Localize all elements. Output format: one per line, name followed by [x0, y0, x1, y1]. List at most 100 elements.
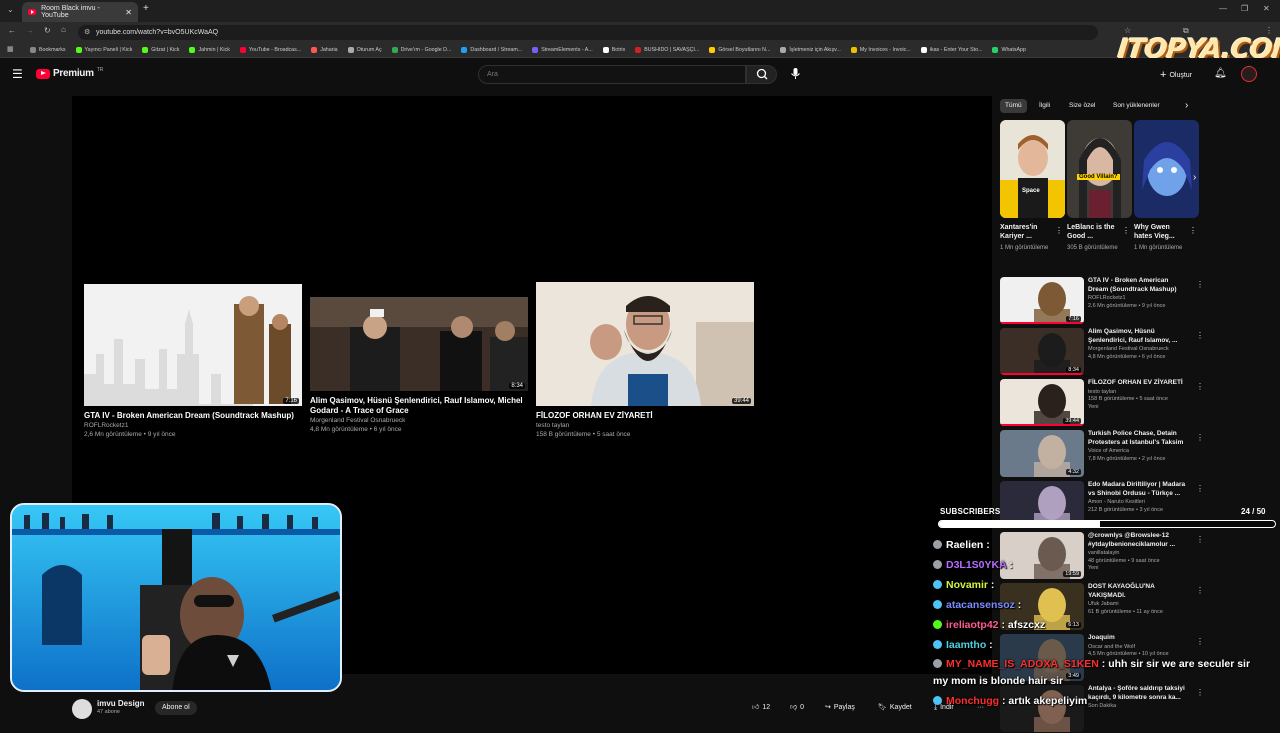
short-thumbnail[interactable]: Good Villain? — [1067, 120, 1132, 218]
avatar[interactable] — [1241, 66, 1257, 82]
chip-all[interactable]: Tümü — [1000, 99, 1027, 113]
bookmark-item[interactable]: Oturum Aç — [347, 46, 382, 53]
bookmark-item[interactable]: Bookmarks — [30, 46, 66, 53]
close-window-icon[interactable]: ✕ — [1263, 4, 1270, 13]
bookmark-item[interactable]: YouTube - Broadcas... — [239, 46, 301, 53]
new-tab-button[interactable]: + — [143, 3, 149, 14]
close-tab-icon[interactable]: ✕ — [125, 8, 132, 17]
dislike-button[interactable]: 👎︎ 0 — [790, 701, 804, 715]
recommended-thumbnail[interactable]: 8:34 — [1000, 328, 1084, 375]
url-input[interactable]: ⚙ youtube.com/watch?v=bvO5UKcWaAQ — [78, 25, 1098, 40]
endscreen-channel[interactable]: testo taylan — [536, 421, 754, 430]
bookmark-item[interactable]: WhatsApp — [992, 46, 1026, 53]
minimize-icon[interactable]: — — [1219, 4, 1227, 13]
endscreen-thumbnail[interactable]: 7:16 — [84, 284, 302, 406]
youtube-premium-logo[interactable]: Premium TR — [36, 67, 103, 79]
recommended-title[interactable]: FİLOZOF ORHAN EV ZİYARETİ — [1088, 379, 1188, 388]
bookmark-item[interactable]: My Invoices - Invoic... — [850, 46, 911, 53]
apps-grid-icon[interactable]: ▦ — [7, 45, 14, 53]
endscreen-card[interactable]: 7:16 GTA IV - Broken American Dream (Sou… — [84, 284, 302, 439]
recommended-title[interactable]: Alim Qasimov, Hüsnü Şenlendirici, Rauf I… — [1088, 328, 1188, 345]
shorts-next-icon[interactable]: › — [1193, 172, 1196, 183]
video-menu-icon[interactable]: ⋮ — [1196, 433, 1204, 442]
bookmark-item[interactable]: Gitzat | Kick — [142, 46, 179, 53]
recommended-channel[interactable]: testo taylan — [1088, 389, 1188, 397]
short-card[interactable]: Why Gwen hates Vieg... 1 Mn görüntüleme … — [1134, 120, 1200, 252]
bookmark-item[interactable]: ikas - Enter Your Sto... — [920, 46, 982, 53]
subscribe-button[interactable]: Abone ol — [155, 701, 197, 715]
bookmark-item[interactable]: Görsel Boyutlarını N... — [709, 46, 770, 53]
recommended-thumbnail[interactable]: 4:32 — [1000, 430, 1084, 477]
recommended-title[interactable]: Edo Madara Diriltiliyor | Madara vs Shin… — [1088, 481, 1188, 498]
reload-icon[interactable]: ↻ — [44, 26, 51, 35]
recommended-title[interactable]: Turkish Police Chase, Detain Protesters … — [1088, 430, 1188, 447]
recommended-video[interactable]: 8:34 Alim Qasimov, Hüsnü Şenlendirici, Ra… — [1000, 328, 1204, 376]
more-actions-button[interactable]: ··· — [977, 701, 984, 715]
recommended-title[interactable]: GTA IV - Broken American Dream (Soundtra… — [1088, 277, 1188, 294]
tab-search-icon[interactable]: ⌄ — [7, 5, 14, 14]
bookmark-item[interactable]: Dashboard / Stream... — [461, 46, 522, 53]
short-title[interactable]: Why Gwen hates Vieg... — [1134, 223, 1188, 241]
endscreen-thumbnail[interactable]: 8:34 — [310, 297, 528, 391]
endscreen-thumbnail[interactable]: 39:44 — [536, 282, 754, 406]
channel-name[interactable]: imvu Design — [97, 699, 145, 708]
recommended-video[interactable]: 7:16 GTA IV - Broken American Dream (Soun… — [1000, 277, 1204, 325]
hamburger-menu-icon[interactable]: ☰ — [12, 67, 23, 81]
save-button[interactable]: 🔖︎ Kaydet — [878, 701, 912, 715]
bookmark-item[interactable]: Yayıncı Paneli | Kick — [75, 46, 132, 53]
video-menu-icon[interactable]: ⋮ — [1196, 280, 1204, 289]
home-icon[interactable]: ⌂ — [61, 25, 66, 34]
endscreen-title[interactable]: FİLOZOF ORHAN EV ZİYARETİ — [536, 411, 754, 421]
endscreen-title[interactable]: Alim Qasimov, Hüsnü Şenlendirici, Rauf I… — [310, 396, 528, 416]
short-thumbnail[interactable] — [1134, 120, 1199, 218]
recommended-channel[interactable]: Voice of America — [1088, 448, 1188, 456]
recommended-channel[interactable]: Morgenland Festival Osnabrueck — [1088, 346, 1188, 354]
search-input[interactable]: Ara — [478, 65, 746, 84]
recommended-thumbnail[interactable]: 7:16 — [1000, 277, 1084, 324]
short-card[interactable]: Space Xantares'in Kariyer ... 1 Mn görün… — [1000, 120, 1066, 252]
bookmark-item[interactable]: Botrix — [602, 46, 625, 53]
notifications-bell-icon[interactable]: 🔔︎ — [1214, 68, 1227, 79]
short-menu-icon[interactable]: ⋮ — [1189, 226, 1197, 235]
search-button[interactable] — [746, 65, 777, 84]
download-button[interactable]: ⤓ İndir — [934, 701, 954, 715]
recommended-video[interactable]: 4:32 Turkish Police Chase, Detain Protest… — [1000, 430, 1204, 478]
share-button[interactable]: ↪ Paylaş — [825, 701, 855, 715]
video-menu-icon[interactable]: ⋮ — [1196, 382, 1204, 391]
bookmark-item[interactable]: Drive'ım - Google D... — [391, 46, 451, 53]
short-card[interactable]: Good Villain? LeBlanc is the Good ... 30… — [1067, 120, 1133, 252]
video-menu-icon[interactable]: ⋮ — [1196, 484, 1204, 493]
short-title[interactable]: Xantares'in Kariyer ... — [1000, 223, 1054, 241]
bookmark-item[interactable]: StreamElements - A... — [532, 46, 593, 53]
chip-recent[interactable]: Son yüklenenler — [1108, 99, 1165, 113]
like-button[interactable]: 👍︎ 12 — [752, 701, 770, 715]
short-menu-icon[interactable]: ⋮ — [1055, 226, 1063, 235]
bookmark-item[interactable]: İşletmeniz için Akışv... — [780, 46, 841, 53]
recommended-thumbnail[interactable]: 39:44 — [1000, 379, 1084, 426]
endscreen-title[interactable]: GTA IV - Broken American Dream (Soundtra… — [84, 411, 302, 421]
recommended-video[interactable]: 39:44 FİLOZOF ORHAN EV ZİYARETİ testo tayl… — [1000, 379, 1204, 427]
short-thumbnail[interactable]: Space — [1000, 120, 1065, 218]
short-title[interactable]: LeBlanc is the Good ... — [1067, 223, 1121, 241]
restore-icon[interactable]: ❐ — [1241, 4, 1248, 13]
chip-for-you[interactable]: Size özel — [1064, 99, 1100, 113]
create-button[interactable]: + Oluştur — [1160, 69, 1192, 81]
video-menu-icon[interactable]: ⋮ — [1196, 331, 1204, 340]
bookmark-item[interactable]: Jaharia — [311, 46, 338, 53]
browser-tab[interactable]: Room Black imvu - YouTube ✕ — [22, 2, 138, 22]
forward-icon[interactable]: → — [26, 26, 34, 35]
voice-search-icon[interactable] — [790, 67, 801, 83]
channel-avatar[interactable] — [72, 699, 92, 719]
chips-next-icon[interactable]: › — [1185, 100, 1188, 111]
bookmark-item[interactable]: BUSHIDO | SAVAŞÇI... — [635, 46, 699, 53]
chip-related[interactable]: İlgili — [1034, 99, 1055, 113]
back-icon[interactable]: ← — [8, 26, 16, 35]
endscreen-card[interactable]: 8:34 Alim Qasimov, Hüsnü Şenlendirici, R… — [310, 297, 528, 434]
recommended-channel[interactable]: ROFLRocketz1 — [1088, 295, 1188, 303]
endscreen-card[interactable]: 39:44 FİLOZOF ORHAN EV ZİYARETİ testo ta… — [536, 282, 754, 439]
endscreen-channel[interactable]: ROFLRocketz1 — [84, 421, 302, 430]
short-menu-icon[interactable]: ⋮ — [1122, 226, 1130, 235]
site-info-icon[interactable]: ⚙ — [84, 25, 90, 40]
endscreen-channel[interactable]: Morgenland Festival Osnabrueck — [310, 416, 528, 425]
bookmark-item[interactable]: Jahmin | Kick — [189, 46, 230, 53]
